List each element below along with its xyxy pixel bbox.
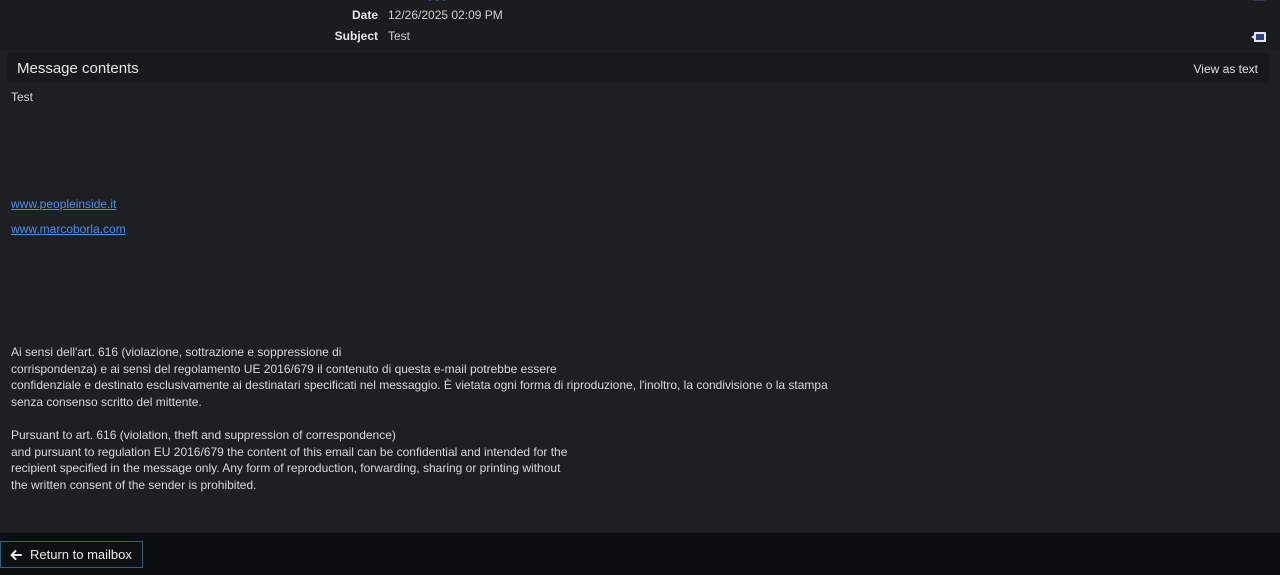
- link-peopleinside[interactable]: www.peopleinside.it: [11, 196, 116, 213]
- disclaimer-en-line: and pursuant to regulation EU 2016/679 t…: [11, 444, 568, 459]
- return-to-mailbox-label: Return to mailbox: [30, 547, 132, 562]
- footer-bar: Return to mailbox: [0, 533, 1280, 575]
- disclaimer-it-line: confidenziale e destinato esclusivamente…: [11, 378, 828, 393]
- date-value: 12/26/2025 02:09 PM: [388, 8, 503, 22]
- message-contents-bar: Message contents View as text: [7, 53, 1269, 83]
- disclaimer-it-line: senza consenso scritto del mittente.: [11, 394, 202, 409]
- sender-address-link-partial[interactable]: ~~~: [425, 0, 465, 1]
- arrow-left-icon: [10, 549, 22, 560]
- message-popout-icon[interactable]: [1251, 31, 1267, 43]
- subject-value: Test: [388, 29, 411, 43]
- disclaimer-italian: Ai sensi dell'art. 616 (violazione, sott…: [11, 344, 828, 410]
- disclaimer-english: Pursuant to art. 616 (violation, theft a…: [11, 427, 567, 493]
- header-action-icon-partial[interactable]: [1252, 0, 1266, 1]
- subject-label: Subject: [334, 29, 378, 43]
- link-marcoborla[interactable]: www.marcoborla.com: [11, 221, 126, 238]
- view-as-text-button[interactable]: View as text: [1194, 62, 1258, 76]
- date-label: Date: [351, 8, 378, 22]
- disclaimer-en-line: Pursuant to art. 616 (violation, theft a…: [11, 428, 396, 442]
- message-header: ~~~ Date 12/26/2025 02:09 PM Subject Tes…: [0, 0, 1280, 50]
- message-contents-title: Message contents: [17, 60, 139, 77]
- message-body: Test www.peopleinside.it www.marcoborla.…: [0, 84, 1280, 534]
- greeting-text: Test: [11, 90, 34, 104]
- disclaimer-en-line: the written consent of the sender is pro…: [11, 477, 257, 492]
- disclaimer-it-line: corrispondenza) e ai sensi del regolamen…: [11, 361, 557, 376]
- disclaimer-en-line: recipient specified in the message only.…: [11, 461, 561, 476]
- disclaimer-it-line: Ai sensi dell'art. 616 (violazione, sott…: [11, 345, 342, 359]
- return-to-mailbox-button[interactable]: Return to mailbox: [0, 541, 143, 568]
